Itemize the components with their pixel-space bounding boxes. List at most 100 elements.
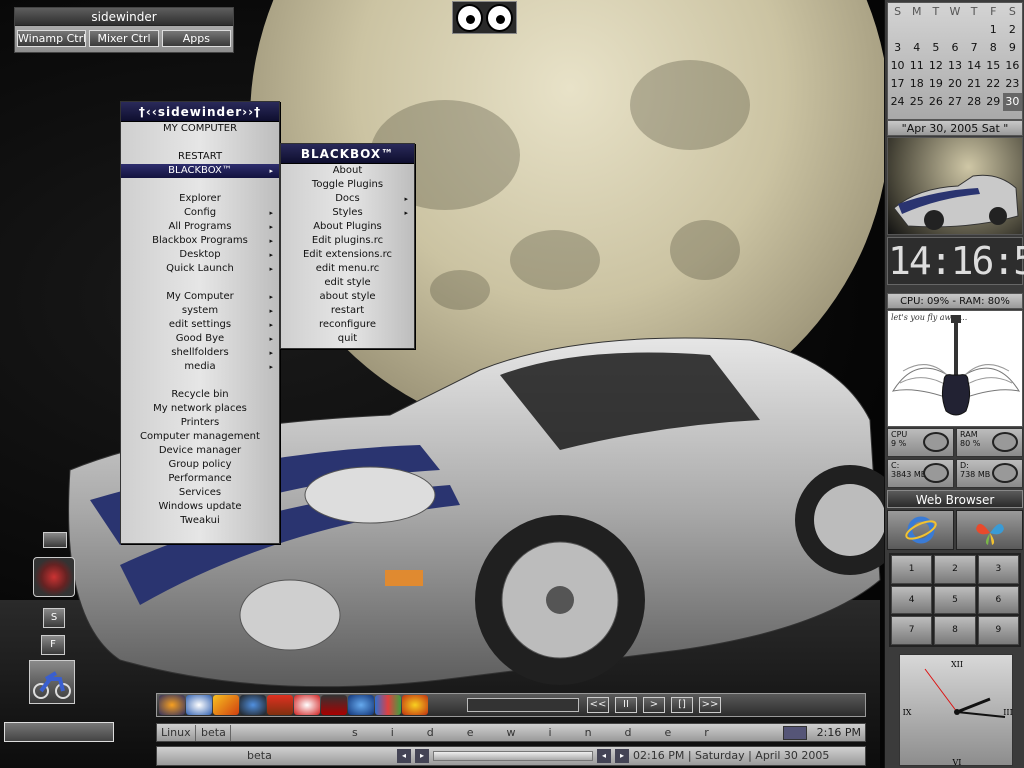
calendar-day[interactable]: 8 <box>984 39 1003 57</box>
menu-item-blackbox-programs[interactable]: Blackbox Programs ▸ <box>121 234 279 248</box>
menu-item-about[interactable]: About <box>281 164 414 178</box>
menu-item-printers[interactable]: Printers <box>121 416 279 430</box>
menu-item-blackbox[interactable]: BLACKBOX™ ▸ <box>121 164 279 178</box>
f-button[interactable]: F <box>41 635 65 655</box>
books-icon[interactable] <box>375 695 401 715</box>
logo-icon[interactable] <box>33 557 75 597</box>
search-icon[interactable] <box>348 695 374 715</box>
numpad-key[interactable]: 8 <box>934 616 976 645</box>
menu-item-edit-settings[interactable]: edit settings ▸ <box>121 318 279 332</box>
menu-item-edit-style[interactable]: edit style <box>281 276 414 290</box>
menu-item-services[interactable]: Services <box>121 486 279 500</box>
calendar-day[interactable]: 17 <box>888 75 907 93</box>
numpad-key[interactable]: 6 <box>977 585 1019 615</box>
menu-item-device-manager[interactable]: Device manager <box>121 444 279 458</box>
clock-icon[interactable] <box>294 695 320 715</box>
menu-item-docs[interactable]: Docs ▸ <box>281 192 414 206</box>
s-button[interactable]: S <box>43 608 65 628</box>
calendar-day[interactable]: 6 <box>945 39 964 57</box>
calendar-day[interactable]: 21 <box>965 75 984 93</box>
apps-button[interactable]: Apps <box>161 30 231 47</box>
calendar-day[interactable]: 22 <box>984 75 1003 93</box>
numpad-key[interactable]: 4 <box>891 585 933 615</box>
calendar-day[interactable]: 15 <box>984 57 1003 75</box>
calendar-day[interactable]: 9 <box>1003 39 1022 57</box>
playback-progress-bar[interactable] <box>467 698 579 712</box>
calendar-day[interactable]: 2 <box>1003 21 1022 39</box>
scroll-right-icon[interactable]: ▸ <box>415 749 429 763</box>
menu-item-restart[interactable]: RESTART <box>121 150 279 164</box>
menu-item-all-programs[interactable]: All Programs ▸ <box>121 220 279 234</box>
previous-button[interactable]: << <box>587 697 609 713</box>
menu-item-windows-update[interactable]: Windows update <box>121 500 279 514</box>
calendar-day[interactable]: 13 <box>945 57 964 75</box>
numpad-key[interactable]: 9 <box>977 616 1019 645</box>
menu-item-tweakui[interactable]: Tweakui <box>121 514 279 528</box>
minimize-all-button[interactable] <box>43 532 67 548</box>
menu-item-computer-management[interactable]: Computer management <box>121 430 279 444</box>
calendar-day[interactable]: 5 <box>926 39 945 57</box>
burst-icon[interactable] <box>402 695 428 715</box>
numpad-key[interactable]: 1 <box>891 555 933 584</box>
tray-icon[interactable] <box>783 726 807 740</box>
next-button[interactable]: >> <box>699 697 721 713</box>
menu-item-system[interactable]: system ▸ <box>121 304 279 318</box>
scroll-right-2-icon[interactable]: ▸ <box>615 749 629 763</box>
calendar-day[interactable]: 1 <box>984 21 1003 39</box>
workspace-linux[interactable]: Linux <box>157 725 196 741</box>
calendar-day[interactable]: 27 <box>945 93 964 111</box>
menu-item-about-plugins[interactable]: About Plugins <box>281 220 414 234</box>
task-scrollbar[interactable] <box>433 751 593 761</box>
menu-item-desktop[interactable]: Desktop ▸ <box>121 248 279 262</box>
stop-button[interactable]: [] <box>671 697 693 713</box>
pause-button[interactable]: II <box>615 697 637 713</box>
workspace-beta[interactable]: beta <box>197 725 231 741</box>
calendar-day[interactable]: 4 <box>907 39 926 57</box>
menu-item-quick-launch[interactable]: Quick Launch ▸ <box>121 262 279 276</box>
media-player-icon[interactable] <box>186 695 212 715</box>
menu-item-group-policy[interactable]: Group policy <box>121 458 279 472</box>
calendar-day[interactable]: 29 <box>984 93 1003 111</box>
calendar-day[interactable]: 7 <box>965 39 984 57</box>
msn-butterfly-icon[interactable] <box>956 510 1023 550</box>
menu-item-toggle-plugins[interactable]: Toggle Plugins <box>281 178 414 192</box>
calendar-day[interactable]: 11 <box>907 57 926 75</box>
menu-item-my-computer[interactable]: MY COMPUTER <box>121 122 279 136</box>
eye-icon[interactable] <box>240 695 266 715</box>
menu-item-config[interactable]: Config ▸ <box>121 206 279 220</box>
play-button[interactable]: > <box>643 697 665 713</box>
calendar-day[interactable]: 25 <box>907 93 926 111</box>
terminal-icon[interactable] <box>321 695 347 715</box>
calendar-day[interactable]: 18 <box>907 75 926 93</box>
menu-item-reconfigure[interactable]: reconfigure <box>281 318 414 332</box>
menu-item-restart[interactable]: restart <box>281 304 414 318</box>
menu-item-explorer[interactable]: Explorer <box>121 192 279 206</box>
menu-item-edit-extensions-rc[interactable]: Edit extensions.rc <box>281 248 414 262</box>
menu-item-my-computer[interactable]: My Computer ▸ <box>121 290 279 304</box>
menu-item-edit-plugins-rc[interactable]: Edit plugins.rc <box>281 234 414 248</box>
calendar-day[interactable]: 20 <box>945 75 964 93</box>
winamp-ctrl-button[interactable]: Winamp Ctrl <box>17 30 87 47</box>
calendar-day[interactable]: 19 <box>926 75 945 93</box>
calendar-day[interactable]: 16 <box>1003 57 1022 75</box>
scroll-left-icon[interactable]: ◂ <box>397 749 411 763</box>
menu-item-about-style[interactable]: about style <box>281 290 414 304</box>
menu-item-recycle-bin[interactable]: Recycle bin <box>121 388 279 402</box>
calendar-day[interactable]: 12 <box>926 57 945 75</box>
menu-item-good-bye[interactable]: Good Bye ▸ <box>121 332 279 346</box>
menu-item-shellfolders[interactable]: shellfolders ▸ <box>121 346 279 360</box>
calendar-day[interactable]: 26 <box>926 93 945 111</box>
numpad-key[interactable]: 2 <box>934 555 976 584</box>
menu-item-performance[interactable]: Performance <box>121 472 279 486</box>
internet-explorer-icon[interactable] <box>887 510 954 550</box>
winamp-icon[interactable] <box>159 695 185 715</box>
calendar-day[interactable]: 23 <box>1003 75 1022 93</box>
motorbike-icon[interactable] <box>29 660 75 704</box>
calendar-day[interactable]: 30 <box>1002 93 1022 111</box>
menu-item-edit-menu-rc[interactable]: edit menu.rc <box>281 262 414 276</box>
menu-item-my-network-places[interactable]: My network places <box>121 402 279 416</box>
scroll-left-2-icon[interactable]: ◂ <box>597 749 611 763</box>
lightning-icon[interactable] <box>213 695 239 715</box>
task-beta[interactable]: beta <box>247 748 272 764</box>
numpad-key[interactable]: 3 <box>977 555 1019 584</box>
